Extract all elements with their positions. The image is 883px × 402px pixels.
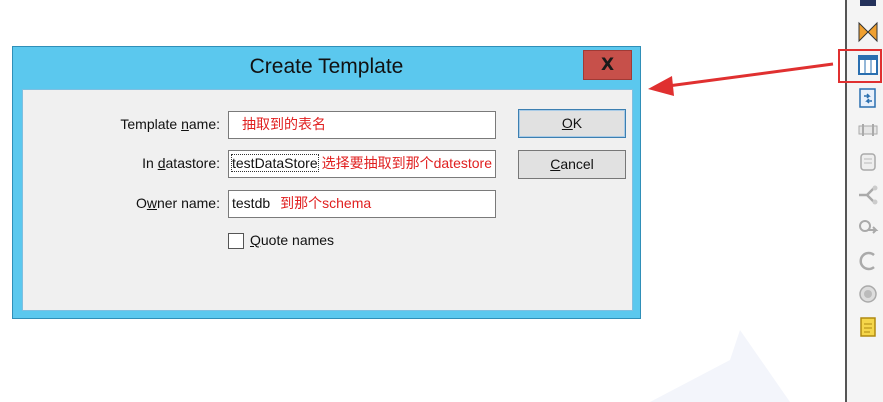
join-icon[interactable] bbox=[856, 20, 880, 44]
ghost-arrow-icon bbox=[650, 330, 790, 402]
import-icon[interactable] bbox=[856, 86, 880, 110]
bookmark-icon[interactable] bbox=[856, 0, 880, 12]
circle-icon[interactable] bbox=[856, 282, 880, 306]
loop-icon[interactable] bbox=[856, 249, 880, 273]
scroll-icon[interactable] bbox=[856, 150, 880, 174]
note-icon[interactable] bbox=[856, 315, 880, 339]
pipe-icon[interactable] bbox=[856, 118, 880, 142]
toolbar-highlight-box bbox=[838, 49, 882, 83]
split-icon[interactable] bbox=[856, 183, 880, 207]
key-icon[interactable] bbox=[856, 216, 880, 240]
